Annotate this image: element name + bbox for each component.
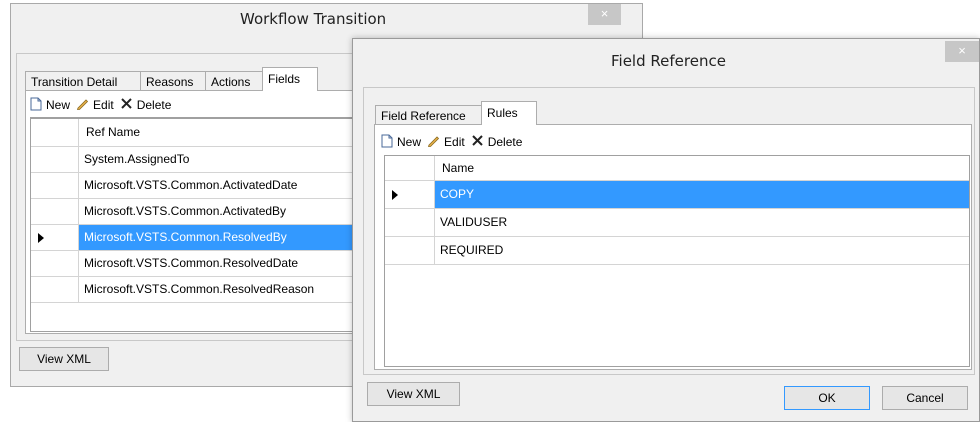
row-header-corner — [385, 156, 435, 181]
row-header[interactable] — [31, 277, 79, 302]
row-header[interactable] — [31, 147, 79, 172]
new-document-icon — [381, 134, 393, 151]
row-header-corner — [31, 119, 79, 147]
delete-x-icon — [120, 97, 133, 113]
pencil-edit-icon — [76, 97, 89, 113]
field-reference-content-panel: Field Reference Rules New Edit Delete Na… — [363, 87, 975, 375]
view-xml-button[interactable]: View XML — [19, 347, 109, 371]
edit-label: Edit — [444, 135, 465, 149]
new-button[interactable]: New — [30, 97, 70, 114]
table-row[interactable]: REQUIRED — [385, 237, 969, 265]
edit-label: Edit — [93, 98, 114, 112]
field-reference-window: Field Reference × Field Reference Rules … — [352, 38, 980, 422]
tab-fields[interactable]: Fields — [262, 67, 318, 91]
tab-reasons[interactable]: Reasons — [140, 71, 206, 91]
row-pointer-icon — [38, 233, 44, 243]
delete-x-icon — [471, 134, 484, 150]
row-header[interactable] — [31, 173, 79, 198]
new-label: New — [46, 98, 71, 112]
column-header-name[interactable]: Name — [435, 156, 969, 181]
rules-toolbar: New Edit Delete — [381, 131, 528, 153]
rules-tab-page: New Edit Delete Name COPY VALIDUSER REQU… — [374, 124, 972, 370]
new-button[interactable]: New — [381, 134, 421, 151]
edit-button[interactable]: Edit — [76, 97, 114, 113]
tab-rules[interactable]: Rules — [481, 101, 537, 125]
tab-field-reference[interactable]: Field Reference — [375, 105, 482, 125]
table-cell[interactable]: VALIDUSER — [435, 209, 969, 236]
tab-transition-detail[interactable]: Transition Detail — [25, 71, 141, 91]
grid-header-row: Name — [385, 156, 969, 181]
new-label: New — [397, 135, 422, 149]
row-header[interactable] — [385, 237, 435, 264]
row-pointer-icon — [392, 190, 398, 200]
rules-grid[interactable]: Name COPY VALIDUSER REQUIRED — [384, 155, 970, 367]
delete-label: Delete — [136, 98, 172, 112]
window-title: Field Reference — [611, 52, 726, 70]
ok-button[interactable]: OK — [784, 386, 870, 410]
delete-label: Delete — [487, 135, 523, 149]
cancel-button[interactable]: Cancel — [882, 386, 968, 410]
close-button[interactable]: × — [945, 41, 979, 62]
table-cell[interactable]: COPY — [435, 181, 969, 208]
pencil-edit-icon — [427, 134, 440, 150]
table-row[interactable]: VALIDUSER — [385, 209, 969, 237]
field-reference-titlebar[interactable]: Field Reference × — [353, 39, 979, 70]
delete-button[interactable]: Delete — [120, 97, 172, 113]
row-header[interactable] — [385, 181, 435, 208]
window-title: Workflow Transition — [240, 10, 387, 28]
row-header[interactable] — [31, 225, 79, 250]
table-cell[interactable]: REQUIRED — [435, 237, 969, 264]
tab-actions[interactable]: Actions — [205, 71, 263, 91]
edit-button[interactable]: Edit — [427, 134, 465, 150]
row-header[interactable] — [31, 251, 79, 276]
row-header[interactable] — [385, 209, 435, 236]
table-row[interactable]: COPY — [385, 181, 969, 209]
workflow-titlebar[interactable]: Workflow Transition × — [11, 4, 642, 34]
new-document-icon — [30, 97, 42, 114]
row-header[interactable] — [31, 199, 79, 224]
view-xml-button[interactable]: View XML — [367, 382, 460, 406]
delete-button[interactable]: Delete — [471, 134, 523, 150]
close-button[interactable]: × — [588, 4, 621, 25]
workflow-toolbar: New Edit Delete — [30, 94, 177, 116]
